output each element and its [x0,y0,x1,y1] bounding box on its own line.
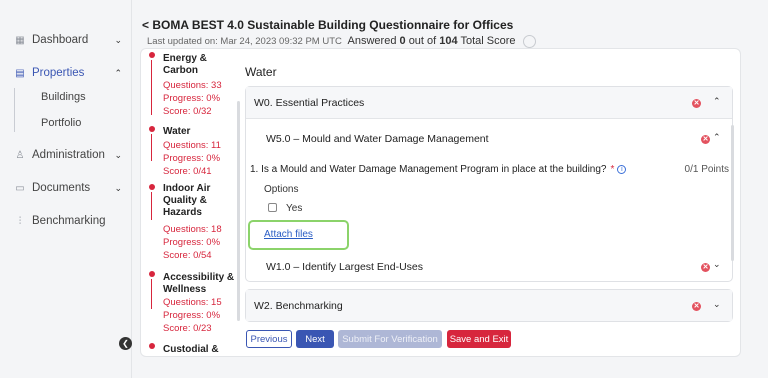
category-progress: Progress: 0% [163,153,221,164]
sidebar-item-label: Benchmarking [32,215,106,227]
sidebar-subitem-buildings[interactable]: Buildings [41,91,86,103]
sidebar-item-properties[interactable]: ▤ Properties ⌃ [14,64,126,82]
category-score: Score: 0/54 [163,250,212,261]
section-w2-header[interactable]: W2. Benchmarking ✕ ⌄ [246,290,732,321]
category-scrollbar[interactable] [237,101,240,321]
sidebar-item-benchmarking[interactable]: ⫶ Benchmarking [14,212,126,230]
category-name: Energy & Carbon [163,53,207,76]
sidebar-item-administration[interactable]: ♙ Administration ⌄ [14,146,126,164]
chevron-down-icon[interactable]: ⌄ [713,259,721,270]
previous-button[interactable]: Previous [246,330,292,348]
category-score: Score: 0/41 [163,166,212,177]
category-questions: Questions: 33 [163,80,222,91]
category-name: Indoor Air Quality & Hazards [163,183,211,218]
page-title: < BOMA BEST 4.0 Sustainable Building Que… [142,18,514,32]
answered-summary: Answered 0 out of 104 Total Score [347,35,516,48]
sidebar-item-label: Documents [32,182,91,194]
sidebar-item-label: Properties [32,67,85,79]
incomplete-x-icon: ✕ [692,302,701,311]
chevron-down-icon[interactable]: ⌄ [713,299,721,310]
section-w0-header[interactable]: W0. Essential Practices ✕ ⌃ [246,87,732,119]
sidebar-item-label: Administration [32,149,105,161]
subsection-label: W5.0 – Mould and Water Damage Management [266,133,489,145]
next-button[interactable]: Next [296,330,334,348]
chevron-down-icon: ⌄ [114,149,122,160]
chevron-down-icon: ⌄ [114,182,122,193]
category-questions: Questions: 15 [163,297,222,308]
chevron-up-icon: ⌃ [114,67,122,78]
sidebar: ▦ Dashboard ⌄ ▤ Properties ⌃ Buildings P… [0,0,132,378]
grid-icon: ▦ [15,34,25,46]
category-connector [151,60,152,115]
subsection-label: W1.0 – Identify Largest End-Uses [266,261,423,273]
users-icon: ♙ [15,149,25,161]
chevron-left-icon[interactable]: < [142,18,149,32]
section-title: Water [245,65,277,79]
category-questions: Questions: 11 [163,140,221,151]
category-progress: Progress: 0% [163,237,221,248]
submenu-divider [14,88,15,132]
category-list: Energy & Carbon Questions: 33 Progress: … [141,49,237,356]
status-dot-icon [149,271,155,277]
sidebar-item-documents[interactable]: ▭ Documents ⌄ [14,179,126,197]
chevron-down-icon: ⌄ [114,34,122,45]
category-name: Custodial & [163,344,219,355]
questionnaire-card: Energy & Carbon Questions: 33 Progress: … [140,48,741,357]
incomplete-x-icon: ✕ [701,263,710,272]
category-connector [151,279,152,309]
category-connector [151,192,152,220]
total-score-ring-icon [522,35,536,48]
section-label: W2. Benchmarking [254,300,343,312]
category-name: Water [163,126,191,137]
section-w2: W2. Benchmarking ✕ ⌄ [245,289,733,322]
folder-icon: ▭ [15,182,25,194]
section-w0: W0. Essential Practices ✕ ⌃ W5.0 – Mould… [245,86,734,282]
save-exit-button[interactable]: Save and Exit [447,330,511,348]
category-score: Score: 0/32 [163,106,212,117]
category-progress: Progress: 0% [163,310,221,321]
sidebar-item-label: Dashboard [32,34,89,46]
status-dot-icon [149,184,155,190]
section-scrollbar[interactable] [731,125,734,261]
sidebar-subitem-portfolio[interactable]: Portfolio [41,117,81,129]
collapse-sidebar-icon[interactable]: ❮ [119,337,132,350]
incomplete-x-icon: ✕ [701,135,710,144]
category-questions: Questions: 18 [163,224,222,235]
questionnaire-status: Last updated on: Mar 24, 2023 09:32 PM U… [147,35,536,48]
status-dot-icon [149,52,155,58]
category-score: Score: 0/23 [163,323,212,334]
incomplete-x-icon: ✕ [692,99,701,108]
last-updated: Last updated on: Mar 24, 2023 09:32 PM U… [147,36,342,48]
status-dot-icon [149,343,155,349]
submit-verification-button[interactable]: Submit For Verification [338,330,442,348]
chevron-up-icon[interactable]: ⌃ [713,96,721,107]
status-dot-icon [149,126,155,132]
category-progress: Progress: 0% [163,93,221,104]
category-name: Accessibility & Wellness [163,272,235,295]
building-icon: ▤ [15,67,25,79]
category-connector [151,134,152,161]
sidebar-item-dashboard[interactable]: ▦ Dashboard ⌄ [14,31,126,49]
bar-chart-icon: ⫶ [18,215,22,227]
chevron-up-icon[interactable]: ⌃ [713,132,721,143]
section-label: W0. Essential Practices [254,97,365,109]
